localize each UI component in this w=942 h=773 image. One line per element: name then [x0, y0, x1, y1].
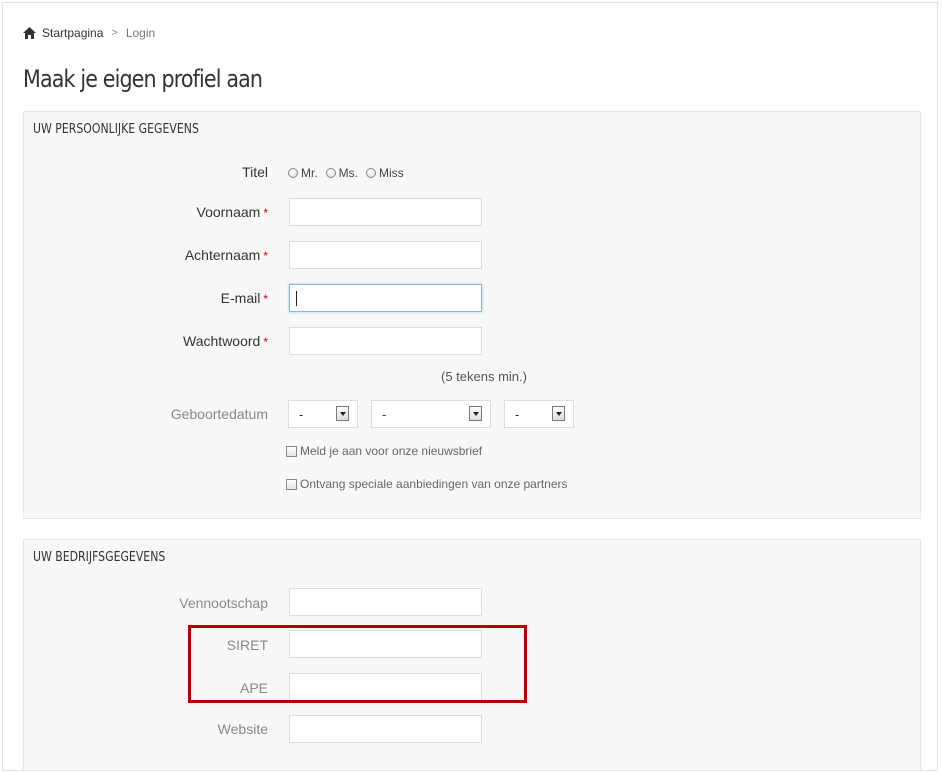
email-label: E-mail * [221, 290, 268, 306]
company-input[interactable] [289, 588, 482, 616]
password-input[interactable] [289, 327, 482, 355]
text-cursor [296, 291, 297, 306]
password-label-text: Wachtwoord [183, 333, 261, 349]
radio-label-ms: Ms. [338, 166, 359, 180]
breadcrumb-separator: > [111, 27, 118, 39]
birthdate-year-select[interactable]: - [504, 400, 574, 428]
required-mark: * [263, 206, 268, 220]
title-radio-ms[interactable]: Ms. [325, 166, 359, 180]
personal-data-legend: UW PERSOONLIJKE GEGEVENS [33, 122, 199, 137]
title-label: Titel [242, 164, 268, 180]
required-mark: * [263, 292, 268, 306]
birthdate-day-value: - [299, 407, 304, 422]
newsletter-checkbox-row[interactable]: Meld je aan voor onze nieuwsbrief [286, 444, 482, 458]
password-label: Wachtwoord * [183, 333, 268, 349]
first-name-label-text: Voornaam [196, 204, 261, 220]
breadcrumb: Startpagina > Login [23, 25, 155, 41]
website-label: Website [217, 721, 268, 737]
personal-data-section: UW PERSOONLIJKE GEGEVENS Titel Mr. Ms. M… [23, 111, 921, 519]
required-mark: * [263, 335, 268, 349]
last-name-label: Achternaam * [185, 247, 268, 263]
website-input[interactable] [289, 715, 482, 743]
first-name-input[interactable] [289, 198, 482, 226]
birthdate-month-select[interactable]: - [371, 400, 491, 428]
password-hint: (5 tekens min.) [441, 369, 527, 384]
title-radio-group: Mr. Ms. Miss [288, 166, 412, 180]
email-input[interactable] [289, 284, 482, 312]
birthdate-year-value: - [515, 407, 520, 422]
radio-button[interactable] [288, 168, 298, 178]
chevron-down-icon[interactable] [552, 406, 565, 421]
breadcrumb-home-link[interactable]: Startpagina [42, 26, 103, 40]
home-icon[interactable] [23, 27, 36, 39]
first-name-label: Voornaam * [197, 204, 269, 220]
partners-checkbox-row[interactable]: Ontvang speciale aanbiedingen van onze p… [286, 477, 568, 491]
company-label: Vennootschap [179, 595, 268, 611]
last-name-input[interactable] [289, 241, 482, 269]
title-radio-miss[interactable]: Miss [366, 166, 404, 180]
newsletter-checkbox[interactable] [286, 445, 297, 457]
required-mark: * [263, 249, 268, 263]
radio-button[interactable] [325, 168, 336, 178]
page-title: Maak je eigen profiel aan [23, 65, 263, 93]
partners-checkbox[interactable] [286, 478, 297, 490]
last-name-label-text: Achternaam [184, 247, 261, 263]
birthdate-month-value: - [382, 407, 387, 422]
partners-label: Ontvang speciale aanbiedingen van onze p… [300, 477, 568, 491]
chevron-down-icon[interactable] [336, 406, 349, 421]
email-label-text: E-mail [220, 290, 261, 306]
radio-label-mr: Mr. [301, 166, 318, 180]
birthdate-label: Geboortedatum [170, 406, 268, 422]
birthdate-day-select[interactable]: - [288, 400, 358, 428]
newsletter-label: Meld je aan voor onze nieuwsbrief [300, 444, 483, 458]
title-radio-mr[interactable]: Mr. [288, 166, 318, 180]
chevron-down-icon[interactable] [469, 406, 482, 421]
radio-button[interactable] [366, 168, 377, 178]
highlight-annotation-box [188, 625, 527, 703]
company-data-legend: UW BEDRIJFSGEGEVENS [33, 550, 166, 565]
breadcrumb-current: Login [125, 26, 156, 40]
radio-label-miss: Miss [379, 166, 404, 180]
